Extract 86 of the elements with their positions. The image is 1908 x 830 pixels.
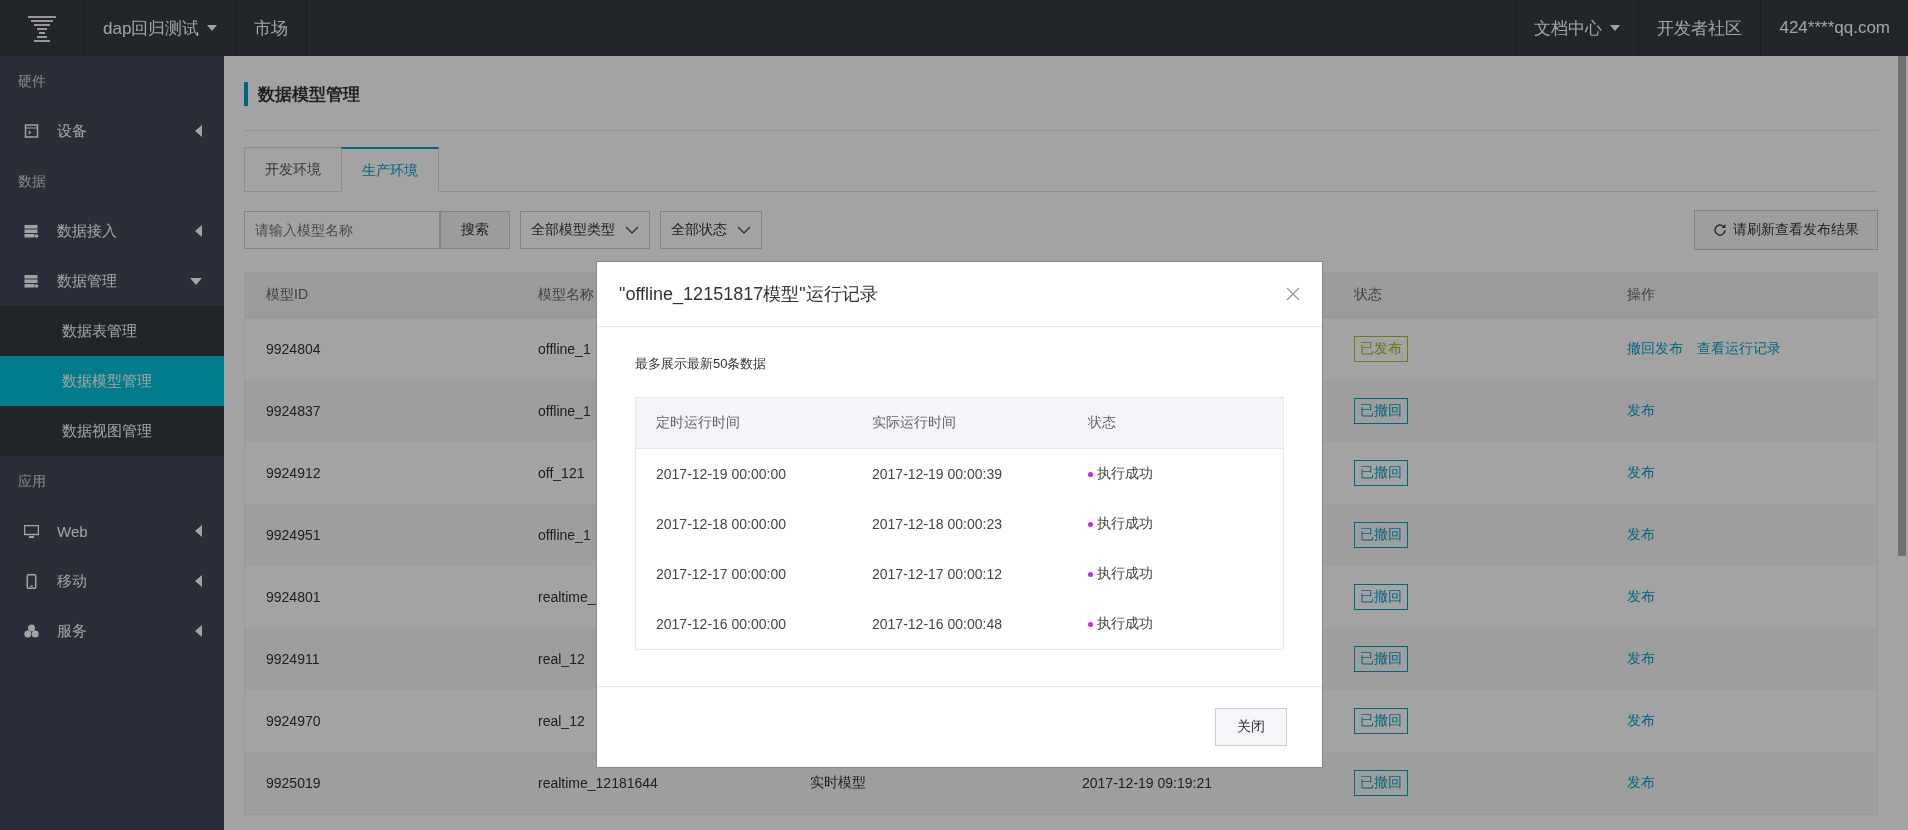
column-header: 定时运行时间 xyxy=(656,414,740,432)
dialog-title: "offline_12151817模型"运行记录 xyxy=(619,283,878,306)
caret-icon xyxy=(207,25,218,31)
table-cell: 2017-12-16 00:00:48 xyxy=(872,616,1002,632)
sidebar-subitem[interactable]: 数据视图管理 xyxy=(0,406,224,456)
sidebar-item[interactable]: 移动 xyxy=(0,556,224,606)
sidebar-item[interactable]: 设备 xyxy=(0,106,224,156)
caret-left-icon xyxy=(195,525,202,537)
search-field[interactable]: 请输入模型名称 xyxy=(244,211,440,249)
table-cell: offline_1 xyxy=(538,341,591,357)
phone-icon xyxy=(24,573,39,589)
column-header: 状态 xyxy=(1088,414,1116,432)
logo-icon xyxy=(25,13,59,43)
caret-left-icon xyxy=(195,125,202,137)
table-cell: 执行成功 xyxy=(1097,615,1153,633)
table-cell: offline_1 xyxy=(538,403,591,419)
status-tag: 已撤回 xyxy=(1354,646,1408,672)
table-cell: 2017-12-17 00:00:00 xyxy=(656,566,786,582)
column-header: 状态 xyxy=(1354,286,1382,304)
database-icon xyxy=(24,224,39,238)
table-cell: 9924912 xyxy=(266,465,321,481)
sidebar-item[interactable]: 服务 xyxy=(0,606,224,656)
table-cell: 实时模型 xyxy=(810,774,866,792)
table-cell: offline_1 xyxy=(538,527,591,543)
search-button[interactable]: 搜索 xyxy=(440,211,510,249)
status-tag: 已发布 xyxy=(1354,336,1408,362)
table-cell: off_121 xyxy=(538,465,585,481)
sidebar-item[interactable]: 数据管理 xyxy=(0,256,224,306)
sidebar-section-title: 应用 xyxy=(17,472,47,491)
caret-left-icon xyxy=(195,625,202,637)
table-cell: 执行成功 xyxy=(1097,465,1153,483)
title-accent-bar xyxy=(244,82,248,106)
column-header: 模型ID xyxy=(266,286,308,304)
cluster-icon xyxy=(24,624,39,638)
table-cell: 执行成功 xyxy=(1097,565,1153,583)
page-title: 数据模型管理 xyxy=(258,83,360,106)
chevron-down-icon xyxy=(737,226,751,234)
sidebar-item[interactable]: 数据接入 xyxy=(0,206,224,256)
sidebar-item[interactable]: Web xyxy=(0,506,224,556)
scrollbar[interactable] xyxy=(1898,56,1906,556)
caret-icon xyxy=(1610,25,1621,31)
table-cell: 2017-12-17 00:00:12 xyxy=(872,566,1002,582)
column-header: 实际运行时间 xyxy=(872,414,956,432)
table-cell: 9925019 xyxy=(266,775,321,791)
table-cell: 9924837 xyxy=(266,403,321,419)
table-cell: 2017-12-19 00:00:39 xyxy=(872,466,1002,482)
table-cell: 2017-12-18 00:00:00 xyxy=(656,516,786,532)
table-cell: 9924911 xyxy=(266,651,320,667)
close-button[interactable]: 关闭 xyxy=(1215,708,1287,746)
status-tag: 已撤回 xyxy=(1354,522,1408,548)
caret-left-icon xyxy=(195,575,202,587)
table-cell: 9924804 xyxy=(266,341,321,357)
caret-left-icon xyxy=(195,225,202,237)
dropdown-select[interactable]: 全部状态 xyxy=(660,211,762,249)
chevron-down-icon xyxy=(625,226,639,234)
caret-down-icon xyxy=(190,277,202,285)
table-cell: real_12 xyxy=(538,713,585,729)
sidebar-section-title: 数据 xyxy=(17,172,47,191)
table-cell: 2017-12-19 09:19:21 xyxy=(1082,775,1212,791)
table-cell: 9924801 xyxy=(266,589,321,605)
refresh-button[interactable]: 请刷新查看发布结果 xyxy=(1694,210,1878,250)
sidebar-section-title: 硬件 xyxy=(17,72,47,91)
table-cell: 9924951 xyxy=(266,527,321,543)
status-tag: 已撤回 xyxy=(1354,398,1408,424)
dropdown-select[interactable]: 全部模型类型 xyxy=(520,211,650,249)
dialog-note: 最多展示最新50条数据 xyxy=(635,355,768,373)
refresh-icon xyxy=(1713,223,1727,237)
table-cell: 2017-12-19 00:00:00 xyxy=(656,466,786,482)
table-cell: realtime_ xyxy=(538,589,596,605)
table-cell: 9924970 xyxy=(266,713,321,729)
table-cell: 2017-12-18 00:00:23 xyxy=(872,516,1002,532)
table-cell: real_12 xyxy=(538,651,585,667)
table-cell: 执行成功 xyxy=(1097,515,1153,533)
database-icon xyxy=(24,274,39,288)
close-icon[interactable] xyxy=(1286,287,1300,301)
status-tag: 已撤回 xyxy=(1354,770,1408,796)
column-header: 模型名称 xyxy=(538,286,594,304)
table-cell: realtime_12181644 xyxy=(538,775,658,791)
window-icon xyxy=(24,124,39,138)
status-tag: 已撤回 xyxy=(1354,460,1408,486)
table-cell: 2017-12-16 00:00:00 xyxy=(656,616,786,632)
status-tag: 已撤回 xyxy=(1354,584,1408,610)
sidebar-subitem[interactable]: 数据表管理 xyxy=(0,306,224,356)
monitor-icon xyxy=(24,524,39,538)
status-tag: 已撤回 xyxy=(1354,708,1408,734)
column-header: 操作 xyxy=(1627,286,1655,304)
